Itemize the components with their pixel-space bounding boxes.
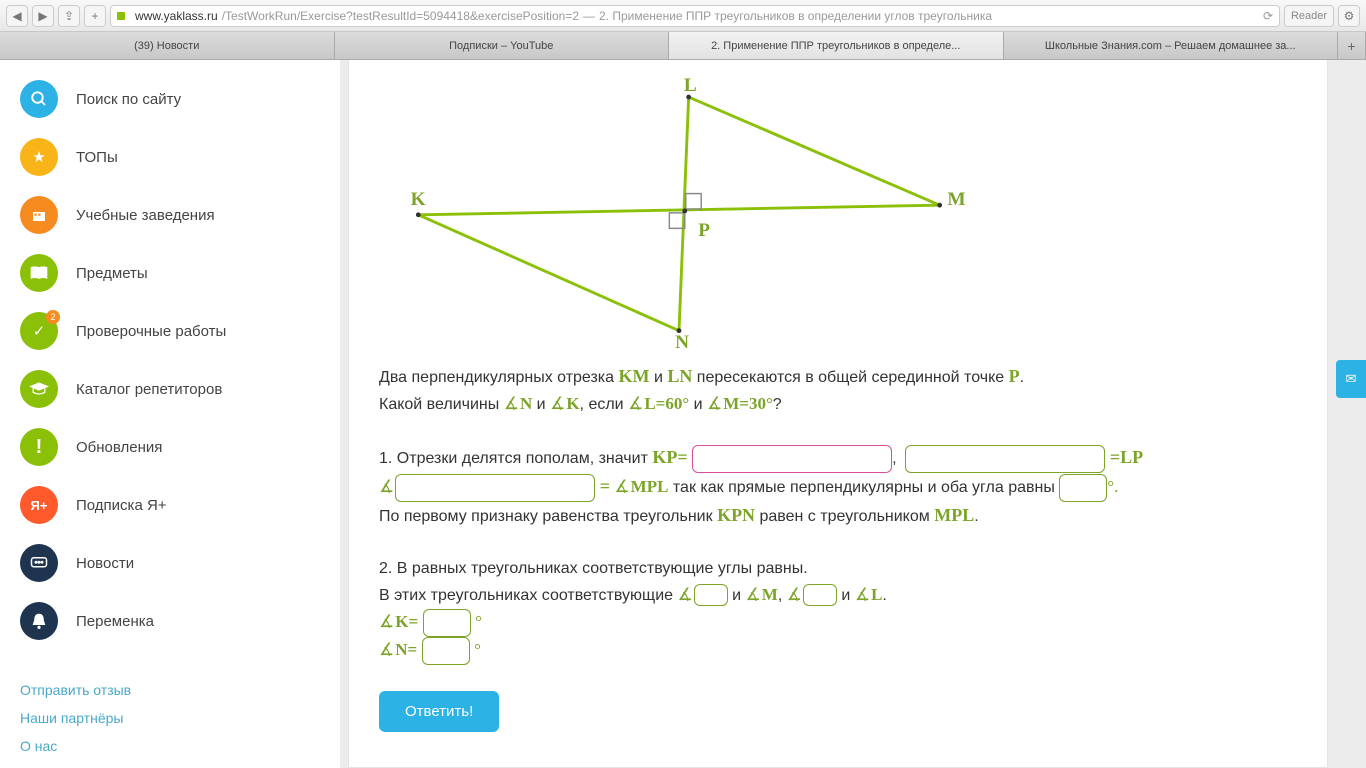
var-p: P	[1009, 366, 1020, 386]
input-corr1[interactable]	[694, 584, 728, 606]
sidebar-item-label: Поиск по сайту	[76, 91, 181, 108]
angle-k: K	[550, 394, 579, 413]
add-button[interactable]: +	[84, 5, 106, 27]
sidebar-item-break[interactable]: Переменка	[0, 592, 340, 650]
input-90[interactable]	[1059, 474, 1107, 502]
mail-tab[interactable]: ✉	[1336, 360, 1366, 398]
url-path: /TestWorkRun/Exercise?testResultId=50944…	[222, 9, 579, 23]
input-n[interactable]	[422, 637, 470, 665]
reload-icon[interactable]: ⟳	[1263, 9, 1273, 23]
sidebar-item-subjects[interactable]: Предметы	[0, 244, 340, 302]
favicon	[117, 12, 125, 20]
answer-button[interactable]: Ответить!	[379, 691, 499, 732]
tab-3[interactable]: Школьные Знания.com – Решаем домашнее за…	[1004, 32, 1339, 59]
url-title: 2. Применение ППР треугольников в опреде…	[599, 9, 992, 23]
sidebar-item-label: Учебные заведения	[76, 207, 215, 224]
check-icon: ✓2	[20, 312, 58, 350]
sidebar-item-label: Новости	[76, 555, 134, 572]
chat-icon	[20, 544, 58, 582]
tab-0[interactable]: (39) Новости	[0, 32, 335, 59]
star-icon: ★	[20, 138, 58, 176]
sidebar-item-label: Обновления	[76, 439, 162, 456]
sidebar-item-schools[interactable]: Учебные заведения	[0, 186, 340, 244]
sidebar-item-tutors[interactable]: Каталог репетиторов	[0, 360, 340, 418]
sidebar-item-label: Проверочные работы	[76, 323, 226, 340]
angle-blank	[379, 477, 395, 496]
settings-icon[interactable]: ⚙	[1338, 5, 1360, 27]
tab-2[interactable]: 2. Применение ППР треугольников в опреде…	[669, 32, 1004, 59]
sidebar-item-label: ТОПы	[76, 149, 118, 166]
address-bar[interactable]: www.yaklass.ru/TestWorkRun/Exercise?test…	[110, 5, 1280, 27]
sidebar-item-yaplus[interactable]: Я+ Подписка Я+	[0, 476, 340, 534]
sidebar-links: Отправить отзыв Наши партнёры О нас Архи…	[0, 670, 340, 768]
forward-button[interactable]: ▶	[32, 5, 54, 27]
share-button[interactable]: ⇪	[58, 5, 80, 27]
book-icon	[20, 254, 58, 292]
angle-n-eq: N=	[379, 640, 417, 659]
sidebar-item-label: Каталог репетиторов	[76, 381, 222, 398]
tri-mpl: MPL	[934, 505, 974, 525]
angle-l: L	[855, 585, 883, 604]
grad-icon	[20, 370, 58, 408]
sidebar-item-label: Предметы	[76, 265, 148, 282]
var-ln: LN	[667, 366, 692, 386]
input-angle-kpn[interactable]	[395, 474, 595, 502]
bell-icon	[20, 602, 58, 640]
angle-mpl: MPL	[614, 477, 668, 496]
problem-text: Два перпендикулярных отрезка KM и LN пер…	[379, 363, 1297, 665]
excl-icon: !	[20, 428, 58, 466]
geometry-diagram: K L M N P	[379, 70, 979, 350]
angle-m-eq: M=30°	[707, 394, 773, 413]
sidebar-item-updates[interactable]: ! Обновления	[0, 418, 340, 476]
svg-text:P: P	[698, 220, 710, 241]
svg-text:M: M	[947, 189, 965, 210]
reader-button[interactable]: Reader	[1284, 5, 1334, 27]
input-lp[interactable]	[905, 445, 1105, 473]
footer-link-feedback[interactable]: Отправить отзыв	[20, 682, 320, 698]
new-tab-button[interactable]: +	[1338, 32, 1366, 59]
tab-1[interactable]: Подписки – YouTube	[335, 32, 670, 59]
exercise-card: K L M N P Два перпендикулярных отрезка K…	[348, 60, 1328, 768]
sidebar-item-tests[interactable]: ✓2 Проверочные работы	[0, 302, 340, 360]
sidebar-item-search[interactable]: Поиск по сайту	[0, 70, 340, 128]
url-title-sep: —	[583, 9, 595, 23]
browser-toolbar: ◀ ▶ ⇪ + www.yaklass.ru/TestWorkRun/Exerc…	[0, 0, 1366, 32]
content-area: K L M N P Два перпендикулярных отрезка K…	[340, 60, 1366, 768]
sidebar-item-news[interactable]: Новости	[0, 534, 340, 592]
angle-l-eq: L=60°	[628, 394, 689, 413]
svg-text:L: L	[684, 75, 697, 96]
svg-text:N: N	[675, 332, 689, 350]
search-icon	[20, 80, 58, 118]
input-k[interactable]	[423, 609, 471, 637]
footer-link-about[interactable]: О нас	[20, 738, 320, 754]
url-host: www.yaklass.ru	[135, 9, 218, 23]
yaplus-icon: Я+	[20, 486, 58, 524]
input-kp[interactable]	[692, 445, 892, 473]
tabs-row: (39) Новости Подписки – YouTube 2. Приме…	[0, 32, 1366, 60]
angle-n: N	[504, 394, 533, 413]
footer-link-partners[interactable]: Наши партнёры	[20, 710, 320, 726]
lp-eq: =LP	[1110, 447, 1143, 467]
angle-k-eq: K=	[379, 612, 418, 631]
angle-in1	[677, 585, 693, 604]
sidebar-item-label: Подписка Я+	[76, 497, 167, 514]
svg-text:K: K	[411, 189, 426, 210]
sidebar: Поиск по сайту ★ ТОПы Учебные заведения П…	[0, 60, 340, 768]
page-body: Поиск по сайту ★ ТОПы Учебные заведения П…	[0, 60, 1366, 768]
var-km: KM	[619, 366, 650, 386]
input-corr2[interactable]	[803, 584, 837, 606]
back-button[interactable]: ◀	[6, 5, 28, 27]
badge: 2	[46, 310, 60, 324]
angle-m: M	[746, 585, 778, 604]
building-icon	[20, 196, 58, 234]
sidebar-item-tops[interactable]: ★ ТОПы	[0, 128, 340, 186]
tri-kpn: KPN	[717, 505, 755, 525]
angle-in2	[787, 585, 803, 604]
kp-eq: KP=	[652, 447, 687, 467]
sidebar-item-label: Переменка	[76, 613, 154, 630]
